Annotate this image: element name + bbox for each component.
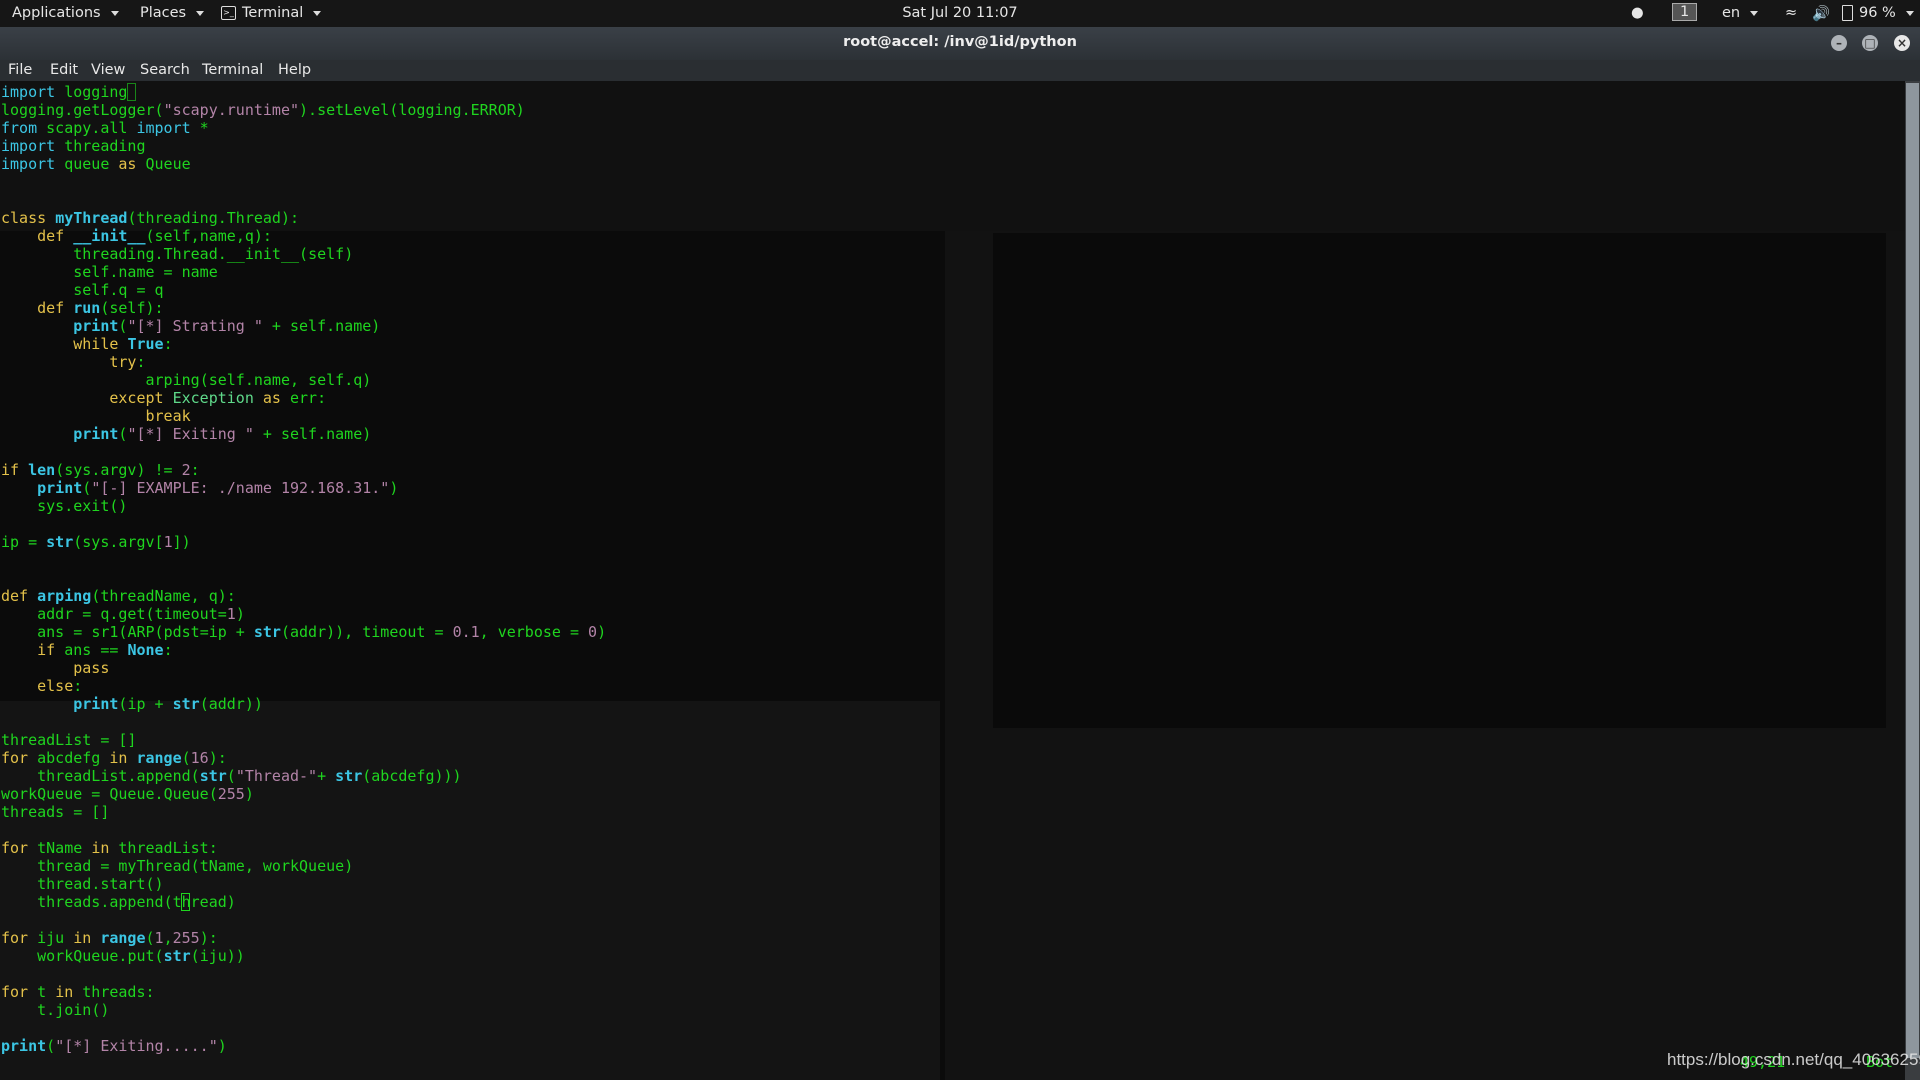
code-line: import threading	[1, 137, 146, 155]
scrollbar[interactable]	[1905, 81, 1920, 1080]
code-line: for t in threads:	[1, 983, 155, 1001]
code-line: self.q = q	[73, 281, 164, 299]
code-line: for tName in threadList:	[1, 839, 218, 857]
maximize-button[interactable]: □	[1862, 35, 1878, 51]
code-line: print("[*] Exiting " + self.name)	[73, 425, 372, 443]
window-title: root@accel: /inv@1id/python	[843, 34, 1077, 50]
code-line: def __init__(self,name,q):	[37, 227, 272, 245]
code-line: threadList = []	[1, 731, 137, 749]
battery-level: 96 %	[1859, 5, 1896, 21]
code-line: for iju in range(1,255):	[1, 929, 218, 947]
top-panel: Applications Places >_ Terminal Sat Jul 2…	[0, 0, 1920, 27]
watermark: https://blog.csdn.net/qq_40636259	[1667, 1050, 1920, 1069]
terminal-body[interactable]: import logging logging.getLogger("scapy.r…	[0, 81, 1905, 1080]
menu-terminal[interactable]: Terminal	[202, 62, 263, 78]
code-line: if ans == None:	[37, 641, 173, 659]
close-button[interactable]: ×	[1894, 35, 1910, 51]
code-line: thread = myThread(tName, workQueue)	[37, 857, 354, 875]
code-line: ip = str(sys.argv[1])	[1, 533, 191, 551]
code-line: arping(self.name, self.q)	[145, 371, 372, 389]
code-line: class myThread(threading.Thread):	[1, 209, 300, 227]
code-line: if len(sys.argv) != 2:	[1, 461, 200, 479]
code-line: thread.start()	[37, 875, 164, 893]
workspace-indicator[interactable]: 1	[1672, 3, 1698, 21]
code-line: import queue as Queue	[1, 155, 191, 173]
volume-icon[interactable]: 🔊	[1812, 5, 1830, 22]
battery-menu[interactable]: 96 %	[1842, 5, 1914, 21]
chevron-down-icon	[1750, 10, 1759, 16]
code-line: threads.append(thread)	[37, 893, 236, 911]
code-line: threading.Thread.__init__(self)	[73, 245, 354, 263]
language-menu[interactable]: en	[1722, 5, 1759, 21]
menu-view[interactable]: View	[91, 62, 125, 78]
camera-icon[interactable]: ●	[1631, 5, 1644, 21]
code-line: pass	[73, 659, 110, 677]
code-line: threadList.append(str("Thread-"+ str(abc…	[37, 767, 462, 785]
window-titlebar[interactable]: root@accel: /inv@1id/python – □ ×	[0, 27, 1920, 60]
code-editor[interactable]: import logging logging.getLogger("scapy.r…	[1, 83, 606, 1055]
text-cursor	[181, 893, 190, 911]
code-line: print("[*] Strating " + self.name)	[73, 317, 381, 335]
code-line: ans = sr1(ARP(pdst=ip + str(addr)), time…	[37, 623, 607, 641]
code-line: self.name = name	[73, 263, 218, 281]
code-line: workQueue.put(str(iju))	[37, 947, 245, 965]
code-line: sys.exit()	[37, 497, 128, 515]
code-line: print(ip + str(addr))	[73, 695, 263, 713]
menu-edit[interactable]: Edit	[50, 62, 78, 78]
code-line: t.join()	[37, 1001, 110, 1019]
code-line: logging.getLogger("scapy.runtime").setLe…	[1, 101, 525, 119]
menu-bar: File Edit View Search Terminal Help	[0, 60, 1920, 81]
code-line: workQueue = Queue.Queue(255)	[1, 785, 254, 803]
background-ghost	[993, 233, 1886, 728]
code-line: addr = q.get(timeout=1)	[37, 605, 245, 623]
scrollbar-thumb[interactable]	[1906, 83, 1919, 1058]
code-line: try:	[109, 353, 146, 371]
code-line: print("[*] Exiting.....")	[1, 1037, 227, 1055]
code-line: def arping(threadName, q):	[1, 587, 236, 605]
language-label: en	[1722, 5, 1741, 21]
code-line: def run(self):	[37, 299, 164, 317]
code-line: print("[-] EXAMPLE: ./name 192.168.31.")	[37, 479, 399, 497]
minimize-button[interactable]: –	[1831, 35, 1847, 51]
menu-file[interactable]: File	[8, 62, 32, 78]
code-line: except Exception as err:	[109, 389, 327, 407]
code-line: while True:	[73, 335, 173, 353]
wifi-icon[interactable]: ≈	[1785, 5, 1797, 21]
battery-icon	[1842, 5, 1853, 21]
code-line: for abcdefg in range(16):	[1, 749, 227, 767]
menu-search[interactable]: Search	[140, 62, 190, 78]
code-line: from scapy.all import *	[1, 119, 209, 137]
code-line: else:	[37, 677, 83, 695]
code-line: break	[145, 407, 191, 425]
menu-help[interactable]: Help	[278, 62, 311, 78]
code-line: threads = []	[1, 803, 110, 821]
code-line: import logging	[1, 83, 128, 101]
chevron-down-icon	[1905, 10, 1914, 16]
cursor-outline	[127, 83, 136, 101]
